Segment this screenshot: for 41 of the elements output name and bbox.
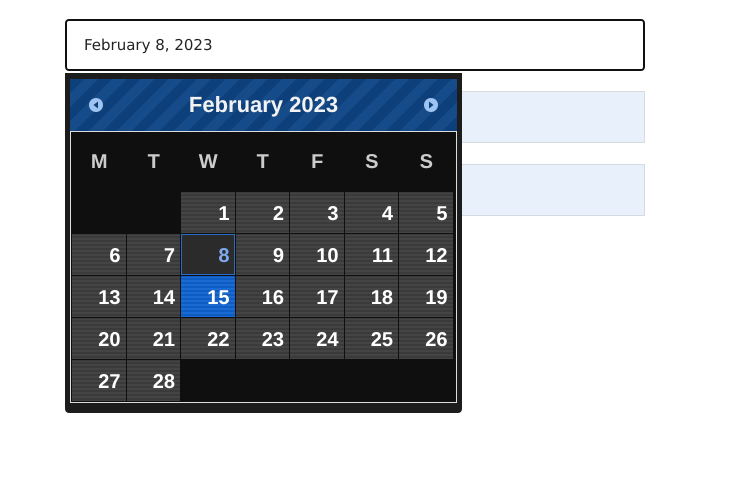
weekday-label: M bbox=[90, 150, 109, 174]
day-cell[interactable]: 17 bbox=[290, 276, 344, 317]
day-cell[interactable]: 18 bbox=[344, 276, 398, 317]
month-title: February 2023 bbox=[188, 92, 338, 118]
day-cell[interactable]: 26 bbox=[399, 318, 452, 359]
day-cell[interactable]: 10 bbox=[290, 234, 344, 275]
date-field[interactable]: February 8, 2023 bbox=[65, 19, 645, 71]
day-cell[interactable]: 22 bbox=[181, 318, 234, 359]
weekday-label: T bbox=[256, 150, 270, 174]
weekday-label: F bbox=[310, 150, 324, 174]
day-cell[interactable]: 23 bbox=[236, 318, 289, 359]
day-cell[interactable]: 12 bbox=[399, 234, 452, 275]
day-cell[interactable]: 14 bbox=[126, 276, 180, 317]
day-cell[interactable]: 1 bbox=[181, 192, 234, 233]
day-cell[interactable]: 15 bbox=[181, 276, 234, 317]
day-cell[interactable]: 21 bbox=[126, 318, 180, 359]
day-cell[interactable]: 27 bbox=[72, 360, 126, 401]
weekday-label: S bbox=[418, 150, 434, 174]
next-month-icon[interactable] bbox=[422, 97, 439, 113]
day-cell[interactable]: 13 bbox=[72, 276, 126, 317]
day-cell[interactable]: 19 bbox=[399, 276, 452, 317]
day-cell[interactable]: 3 bbox=[290, 192, 344, 233]
day-cell[interactable]: 4 bbox=[344, 192, 398, 233]
day-cell[interactable]: 11 bbox=[344, 234, 398, 275]
weekday-label: W bbox=[198, 150, 219, 174]
day-cell[interactable]: 9 bbox=[236, 234, 289, 275]
weekday-label: S bbox=[364, 150, 380, 174]
day-cell[interactable]: 5 bbox=[399, 192, 452, 233]
day-cell[interactable]: 7 bbox=[126, 234, 180, 275]
day-cell[interactable]: 20 bbox=[72, 318, 126, 359]
previous-month-icon[interactable] bbox=[88, 97, 104, 113]
day-cell[interactable]: 16 bbox=[236, 276, 289, 317]
input-field[interactable] bbox=[462, 164, 645, 216]
day-cell[interactable]: 6 bbox=[72, 234, 126, 275]
day-cell[interactable]: 2 bbox=[236, 192, 289, 233]
day-cell[interactable]: 24 bbox=[290, 318, 344, 359]
day-cell[interactable]: 25 bbox=[344, 318, 398, 359]
day-cell[interactable]: 28 bbox=[126, 360, 180, 401]
weekday-label: T bbox=[146, 150, 161, 174]
input-field[interactable] bbox=[462, 91, 645, 143]
day-cell[interactable]: 8 bbox=[181, 234, 234, 275]
